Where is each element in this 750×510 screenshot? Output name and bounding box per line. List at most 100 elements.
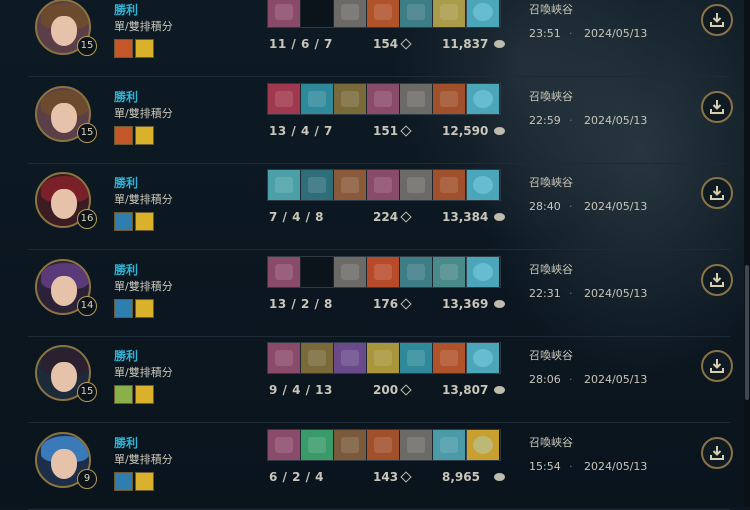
download-replay-button[interactable] (701, 263, 733, 296)
item-slot[interactable] (334, 170, 367, 200)
item-slot[interactable] (367, 343, 400, 373)
item-slot[interactable] (268, 256, 301, 287)
item-slot[interactable] (367, 256, 400, 287)
summoner-spell-2-icon (135, 39, 154, 58)
game-date: 2024/05/13 (584, 373, 648, 386)
minion-icon (400, 211, 412, 223)
item-slot[interactable] (367, 170, 400, 200)
minion-icon (400, 384, 412, 396)
item-slot[interactable] (301, 170, 334, 200)
item-slot[interactable] (268, 83, 301, 114)
kda-score: 13 / 2 / 8 (269, 296, 333, 311)
separator-dot: · (569, 200, 573, 213)
item-slot[interactable] (433, 429, 466, 460)
item-slot[interactable] (301, 256, 334, 287)
download-icon (710, 445, 724, 460)
item-slot[interactable] (268, 0, 301, 27)
ward-trinket-slot[interactable] (466, 0, 499, 27)
item-slot[interactable] (301, 343, 334, 373)
item-slot[interactable] (367, 0, 400, 27)
match-row[interactable]: 15 勝利 單/雙排積分 13 / 4 / 7 151 12,590 召喚峽谷 … (0, 78, 742, 164)
map-name: 召喚峽谷 (529, 435, 573, 449)
item-slot[interactable] (301, 429, 334, 460)
scrollbar-thumb[interactable] (745, 265, 749, 400)
item-slot[interactable] (367, 429, 400, 460)
download-icon (710, 186, 724, 200)
ward-trinket-slot[interactable] (466, 83, 499, 114)
item-slot[interactable] (400, 429, 433, 460)
match-row[interactable]: 15 勝利 單/雙排積分 11 / 6 / 7 154 11,837 召喚峽谷 … (0, 0, 742, 77)
match-result: 勝利 (114, 3, 139, 17)
kda-score: 7 / 4 / 8 (269, 210, 325, 224)
match-row[interactable]: 9 勝利 單/雙排積分 6 / 2 / 4 143 8,965 召喚峽谷 15:… (0, 424, 742, 510)
item-slot[interactable] (301, 83, 334, 114)
game-date: 2024/05/13 (584, 27, 648, 40)
gold-earned: 13,369 (442, 296, 489, 311)
item-slot[interactable] (433, 83, 466, 114)
map-name: 召喚峽谷 (529, 3, 573, 16)
summoner-spell-2-icon (135, 125, 154, 145)
ward-trinket-slot[interactable] (466, 256, 499, 287)
gold-earned: 11,837 (442, 37, 489, 51)
item-slot[interactable] (367, 83, 400, 114)
game-date: 2024/05/13 (584, 286, 648, 300)
separator-dot: · (569, 113, 573, 127)
ward-trinket-slot[interactable] (466, 343, 499, 373)
item-slot[interactable] (400, 343, 433, 373)
game-date: 2024/05/13 (584, 113, 648, 127)
download-replay-button[interactable] (701, 4, 733, 36)
champion-level-badge: 16 (77, 209, 97, 229)
item-slot[interactable] (268, 170, 301, 200)
scrollbar-track[interactable] (744, 0, 750, 507)
game-duration: 28:06 (529, 373, 561, 386)
minion-icon (400, 297, 412, 310)
queue-type: 單/雙排積分 (114, 452, 173, 466)
champion-level-badge: 15 (77, 36, 97, 56)
queue-type: 單/雙排積分 (114, 20, 173, 33)
match-row[interactable]: 14 勝利 單/雙排積分 13 / 2 / 8 176 13,369 召喚峽谷 … (0, 251, 742, 337)
item-slot[interactable] (400, 170, 433, 200)
map-name: 召喚峽谷 (529, 176, 573, 189)
match-result: 勝利 (114, 262, 139, 277)
ward-trinket-slot[interactable] (466, 429, 499, 460)
item-slot[interactable] (400, 83, 433, 114)
gold-earned: 13,384 (442, 210, 489, 224)
item-slot[interactable] (301, 0, 334, 27)
queue-type: 單/雙排積分 (114, 106, 173, 120)
item-slot[interactable] (334, 429, 367, 460)
gold-earned: 12,590 (442, 123, 489, 138)
download-icon (710, 272, 724, 287)
match-result: 勝利 (114, 176, 139, 190)
item-slot[interactable] (400, 0, 433, 27)
item-slot[interactable] (400, 256, 433, 287)
summoner-spell-1-icon (114, 471, 133, 491)
item-slot[interactable] (268, 343, 301, 373)
champion-face (51, 189, 77, 219)
match-row[interactable]: 15 勝利 單/雙排積分 9 / 4 / 13 200 13,807 召喚峽谷 … (0, 337, 742, 423)
gold-coins-icon (494, 299, 505, 308)
creep-score: 151 (373, 123, 399, 138)
champion-face (51, 16, 77, 46)
ward-trinket-slot[interactable] (466, 170, 499, 200)
game-date: 2024/05/13 (584, 200, 648, 213)
item-slot[interactable] (334, 0, 367, 27)
row-divider (28, 508, 730, 510)
summoner-spell-2-icon (135, 385, 154, 404)
item-slot[interactable] (334, 256, 367, 287)
gold-coins-icon (494, 386, 505, 394)
match-row[interactable]: 16 勝利 單/雙排積分 7 / 4 / 8 224 13,384 召喚峽谷 2… (0, 164, 742, 250)
item-slot[interactable] (268, 429, 301, 460)
kda-score: 11 / 6 / 7 (269, 37, 333, 51)
minion-icon (400, 124, 412, 137)
download-replay-button[interactable] (701, 177, 733, 209)
item-slot[interactable] (433, 343, 466, 373)
item-slot[interactable] (433, 0, 466, 27)
download-replay-button[interactable] (701, 350, 733, 382)
item-slot[interactable] (334, 83, 367, 114)
item-slot[interactable] (334, 343, 367, 373)
item-build (267, 428, 501, 461)
download-replay-button[interactable] (701, 436, 733, 469)
item-slot[interactable] (433, 256, 466, 287)
download-replay-button[interactable] (701, 90, 733, 123)
item-slot[interactable] (433, 170, 466, 200)
